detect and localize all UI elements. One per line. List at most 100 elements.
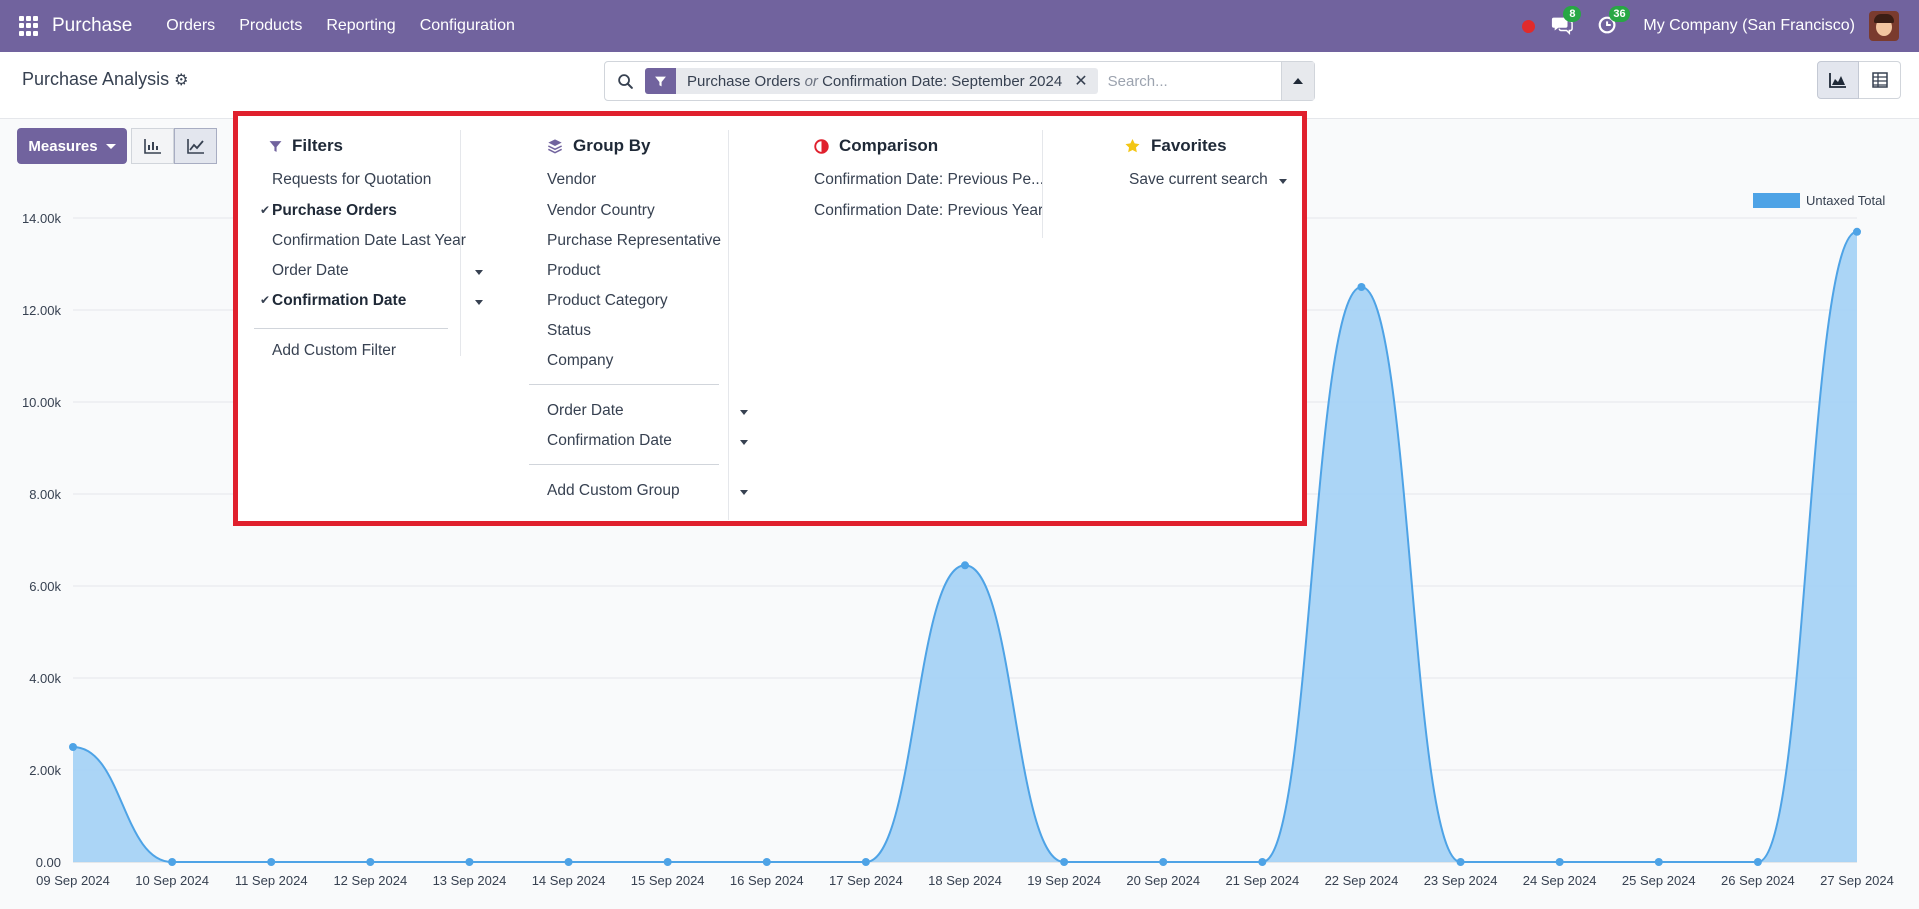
group-confirmation-date[interactable]: Confirmation Date [547, 432, 672, 450]
x-tick-label: 21 Sep 2024 [1225, 873, 1299, 888]
activities-clock-icon[interactable]: 36 [1597, 6, 1630, 38]
data-point [1357, 283, 1366, 291]
x-tick-label: 24 Sep 2024 [1523, 873, 1597, 888]
column-divider [728, 130, 729, 520]
divider [529, 464, 719, 465]
filter-confirmation-date-last-year[interactable]: Confirmation Date Last Year [272, 232, 466, 250]
filter-funnel-icon [645, 68, 676, 94]
x-tick-label: 20 Sep 2024 [1126, 873, 1200, 888]
group-status[interactable]: Status [547, 322, 591, 340]
x-tick-label: 13 Sep 2024 [433, 873, 507, 888]
search-facet: Purchase Orders or Confirmation Date: Se… [645, 68, 1098, 94]
caret-down-icon[interactable] [475, 300, 483, 305]
table-icon [1871, 72, 1888, 88]
messages-icon[interactable]: 8 [1551, 6, 1582, 38]
menu-products[interactable]: Products [239, 17, 302, 35]
recording-dot-icon[interactable] [1522, 19, 1536, 33]
data-point [1060, 858, 1069, 866]
filter-icon [269, 140, 282, 152]
column-divider [460, 130, 461, 356]
menu-configuration[interactable]: Configuration [420, 17, 515, 35]
menu-orders[interactable]: Orders [166, 17, 215, 35]
x-tick-label: 26 Sep 2024 [1721, 873, 1795, 888]
data-point [861, 858, 870, 866]
favorites-header: Favorites [1124, 136, 1227, 156]
menu-reporting[interactable]: Reporting [326, 17, 395, 35]
page-title-text: Purchase Analysis [22, 69, 170, 89]
caret-down-icon[interactable] [1279, 179, 1287, 184]
y-tick-label: 0.00 [36, 855, 61, 870]
company-switcher[interactable]: My Company (San Francisco) [1643, 17, 1855, 35]
y-tick-label: 8.00k [29, 487, 61, 502]
caret-down-icon[interactable] [740, 410, 748, 415]
group-product[interactable]: Product [547, 262, 600, 280]
data-point [366, 858, 375, 866]
divider [529, 384, 719, 385]
facet-remove-icon[interactable]: ✕ [1070, 71, 1097, 91]
data-point [1159, 858, 1168, 866]
y-tick-label: 14.00k [22, 211, 62, 226]
checkmark-icon: ✔ [260, 203, 271, 217]
group-vendor-country[interactable]: Vendor Country [547, 202, 655, 220]
group-vendor[interactable]: Vendor [547, 171, 596, 189]
app-menu-icon[interactable] [19, 16, 39, 36]
data-point [267, 858, 276, 866]
caret-down-icon[interactable] [740, 440, 748, 445]
gear-icon[interactable]: ⚙ [174, 70, 188, 90]
group-product-category[interactable]: Product Category [547, 292, 668, 310]
activities-badge: 36 [1609, 6, 1630, 22]
add-custom-group[interactable]: Add Custom Group [547, 482, 680, 500]
save-current-search[interactable]: Save current search [1129, 171, 1268, 189]
filters-header: Filters [269, 136, 343, 156]
x-tick-label: 09 Sep 2024 [36, 873, 110, 888]
y-tick-label: 10.00k [22, 395, 62, 410]
x-tick-label: 10 Sep 2024 [135, 873, 209, 888]
view-switcher [1817, 61, 1901, 99]
layers-icon [548, 139, 562, 154]
filter-requests-for-quotation[interactable]: Requests for Quotation [272, 171, 431, 189]
x-tick-label: 17 Sep 2024 [829, 873, 903, 888]
app-brand[interactable]: Purchase [52, 15, 132, 37]
x-tick-label: 22 Sep 2024 [1325, 873, 1399, 888]
group-order-date[interactable]: Order Date [547, 402, 624, 420]
x-tick-label: 25 Sep 2024 [1622, 873, 1696, 888]
y-tick-label: 6.00k [29, 579, 61, 594]
messages-badge: 8 [1563, 6, 1582, 22]
search-icon[interactable] [605, 62, 645, 100]
caret-down-icon[interactable] [475, 270, 483, 275]
caret-down-icon[interactable] [740, 490, 748, 495]
column-divider [1042, 130, 1043, 238]
filter-order-date[interactable]: Order Date [272, 262, 349, 280]
x-tick-label: 23 Sep 2024 [1424, 873, 1498, 888]
comparison-header: Comparison [814, 136, 938, 156]
graph-view-button[interactable] [1817, 61, 1859, 99]
comparison-previous-period[interactable]: Confirmation Date: Previous Pe... [814, 171, 1044, 189]
data-point [1258, 858, 1267, 866]
checkmark-icon: ✔ [260, 293, 271, 307]
y-tick-label: 12.00k [22, 303, 62, 318]
x-tick-label: 14 Sep 2024 [532, 873, 606, 888]
add-custom-filter[interactable]: Add Custom Filter [272, 342, 396, 360]
filter-confirmation-date[interactable]: Confirmation Date [272, 292, 406, 310]
comparison-previous-year[interactable]: Confirmation Date: Previous Year [814, 202, 1043, 220]
data-point [564, 858, 573, 866]
y-tick-label: 4.00k [29, 671, 61, 686]
legend-label: Untaxed Total [1806, 193, 1885, 208]
search-dropdown-panel: Filters Requests for Quotation ✔ Purchas… [233, 111, 1307, 526]
user-avatar[interactable] [1869, 11, 1899, 41]
adjust-icon [814, 138, 829, 154]
filter-purchase-orders[interactable]: Purchase Orders [272, 202, 397, 220]
group-purchase-representative[interactable]: Purchase Representative [547, 232, 721, 250]
data-point [961, 561, 969, 570]
facet-values: Purchase Orders or Confirmation Date: Se… [687, 72, 1063, 90]
page-title: Purchase Analysis ⚙ [22, 69, 188, 90]
data-point [69, 743, 77, 751]
toggle-search-panel-button[interactable] [1281, 62, 1314, 100]
pivot-view-button[interactable] [1859, 61, 1901, 99]
x-tick-label: 15 Sep 2024 [631, 873, 705, 888]
x-tick-label: 19 Sep 2024 [1027, 873, 1101, 888]
group-company[interactable]: Company [547, 352, 613, 370]
data-point [1753, 858, 1762, 866]
x-tick-label: 11 Sep 2024 [235, 873, 308, 888]
data-point [1853, 227, 1861, 236]
